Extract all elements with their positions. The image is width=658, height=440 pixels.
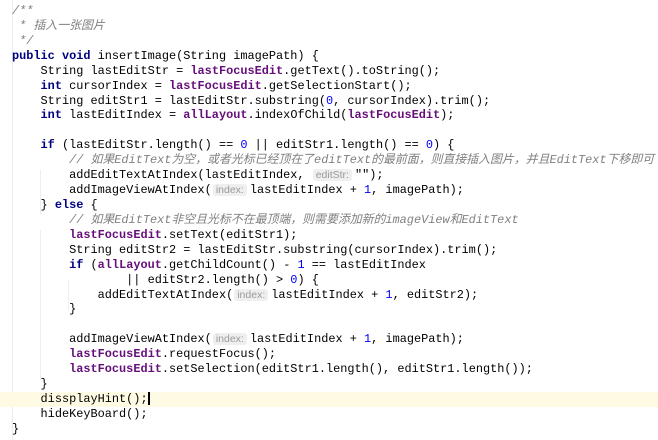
- code-text: dissplayHint();: [40, 391, 148, 406]
- code-text: addImageViewAtIndex(: [69, 332, 212, 347]
- code-text: );: [440, 108, 455, 123]
- code-line[interactable]: String editStr1 = lastEditStr.substring(…: [12, 94, 658, 109]
- field-ref: lastFocusEdit: [69, 362, 162, 377]
- field-ref: lastFocusEdit: [347, 108, 441, 123]
- code-text: lastEditIndex =: [69, 108, 184, 123]
- code-text: .getSelectionStart();: [261, 78, 412, 93]
- code-text: lastEditIndex +: [249, 332, 365, 347]
- code-text: ) {: [297, 272, 319, 287]
- code-text: ) {: [433, 138, 455, 153]
- code-line[interactable]: hideKeyBoard();: [12, 407, 658, 422]
- field-ref: lastFocusEdit: [169, 78, 262, 93]
- code-line[interactable]: }: [12, 377, 658, 392]
- code-text: .setText(editStr1);: [161, 227, 298, 242]
- code-line[interactable]: addEditTextAtIndex(index: lastEditIndex +…: [12, 288, 658, 303]
- text-caret: [147, 392, 150, 406]
- code-line[interactable]: * 插入一张图片: [12, 19, 658, 34]
- code-text: .getText().toString();: [283, 63, 441, 78]
- code-line[interactable]: lastFocusEdit.setSelection(editStr1.leng…: [12, 362, 658, 377]
- code-line[interactable]: */: [12, 34, 658, 49]
- code-text: , imagePath);: [371, 332, 464, 347]
- code-text: , cursorIndex).trim();: [333, 93, 491, 108]
- parameter-hint: index:: [212, 184, 247, 197]
- code-text: , editStr2);: [392, 287, 479, 302]
- code-text: (lastEditStr.length() ==: [61, 138, 241, 153]
- code-line[interactable]: addImageViewAtIndex(index: lastEditIndex …: [12, 332, 658, 347]
- keyword: public void: [12, 48, 98, 63]
- code-line[interactable]: String lastEditStr = lastFocusEdit.getTe…: [12, 64, 658, 79]
- code-text: {: [90, 197, 98, 212]
- code-line[interactable]: dissplayHint();: [0, 391, 658, 407]
- parameter-hint: index:: [212, 333, 247, 346]
- code-text: "");: [354, 168, 384, 183]
- code-text: == lastEditIndex: [304, 257, 426, 272]
- comment: // 如果EditText为空，或者光标已经顶在了editText的最前面，则直…: [69, 153, 655, 168]
- field-ref: allLayout: [183, 108, 248, 123]
- doc-comment: */: [12, 33, 34, 48]
- field-ref: allLayout: [97, 257, 162, 272]
- code-text: (: [90, 257, 98, 272]
- code-text: || editStr2.length() >: [126, 272, 291, 287]
- code-text: String editStr2 = lastEditStr.substring(…: [69, 242, 498, 257]
- code-text: addEditTextAtIndex(: [97, 287, 234, 302]
- comment: // 如果EditText非空且光标不在最顶端，则需要添加新的imageView…: [69, 212, 519, 227]
- code-line[interactable]: addEditTextAtIndex(lastEditIndex, editSt…: [12, 168, 658, 183]
- code-text: }: [12, 421, 20, 436]
- code-line[interactable]: [12, 123, 658, 138]
- code-line[interactable]: int lastEditIndex = allLayout.indexOfChi…: [12, 108, 658, 123]
- code-line[interactable]: lastFocusEdit.requestFocus();: [12, 347, 658, 362]
- code-line[interactable]: [12, 317, 658, 332]
- parameter-hint: index:: [234, 288, 269, 301]
- keyword: if: [40, 138, 62, 153]
- code-line[interactable]: int cursorIndex = lastFocusEdit.getSelec…: [12, 79, 658, 94]
- code-text: .indexOfChild(: [247, 108, 348, 123]
- keyword: else: [54, 197, 91, 212]
- code-line[interactable]: }: [12, 302, 658, 317]
- code-text: }: [40, 197, 55, 212]
- keyword: if: [69, 257, 91, 272]
- code-line[interactable]: public void insertImage(String imagePath…: [12, 49, 658, 64]
- code-text: lastEditIndex +: [271, 287, 386, 302]
- code-line[interactable]: || editStr2.length() > 0) {: [12, 273, 658, 288]
- field-ref: lastFocusEdit: [69, 347, 162, 362]
- code-text: .getChildCount() -: [161, 257, 298, 272]
- code-text: String lastEditStr =: [40, 63, 191, 78]
- code-line[interactable]: if (lastEditStr.length() == 0 || editStr…: [12, 138, 658, 153]
- code-text: hideKeyBoard();: [40, 406, 148, 421]
- code-text: }: [40, 377, 48, 392]
- keyword: int: [40, 108, 70, 123]
- code-text: , imagePath);: [371, 183, 464, 198]
- field-ref: lastFocusEdit: [69, 227, 162, 242]
- code-line[interactable]: /**: [12, 4, 658, 19]
- doc-comment: * 插入一张图片: [12, 18, 105, 33]
- code-text: insertImage(String imagePath) {: [97, 48, 319, 63]
- code-text: addImageViewAtIndex(: [69, 183, 212, 198]
- code-text: }: [69, 302, 77, 317]
- number-literal: 0: [425, 138, 434, 153]
- code-line[interactable]: }: [12, 422, 658, 437]
- code-text: String editStr1 = lastEditStr.substring(: [40, 93, 326, 108]
- code-text: addEditTextAtIndex(lastEditIndex,: [69, 168, 312, 183]
- number-literal: 0: [240, 138, 248, 153]
- parameter-hint: editStr:: [312, 169, 352, 182]
- code-text: .setSelection(editStr1.length(), editStr…: [161, 362, 533, 377]
- code-line[interactable]: if (allLayout.getChildCount() - 1 == las…: [12, 258, 658, 273]
- doc-comment: /**: [12, 4, 34, 18]
- code-line[interactable]: // 如果EditText为空，或者光标已经顶在了editText的最前面，则直…: [12, 153, 658, 168]
- field-ref: lastFocusEdit: [190, 63, 284, 78]
- code-line[interactable]: lastFocusEdit.setText(editStr1);: [12, 228, 658, 243]
- code-line[interactable]: // 如果EditText非空且光标不在最顶端，则需要添加新的imageView…: [12, 213, 658, 228]
- code-text: lastEditIndex +: [249, 183, 365, 198]
- code-line[interactable]: } else {: [12, 198, 658, 213]
- code-text: cursorIndex =: [69, 78, 169, 93]
- code-text: || editStr1.length() ==: [247, 138, 426, 153]
- code-text: .requestFocus();: [161, 347, 277, 362]
- number-literal: 1: [385, 287, 393, 302]
- number-literal: 1: [297, 257, 305, 272]
- keyword: int: [40, 78, 70, 93]
- code-line[interactable]: addImageViewAtIndex(index: lastEditIndex …: [12, 183, 658, 198]
- code-line[interactable]: String editStr2 = lastEditStr.substring(…: [12, 243, 658, 258]
- code-editor[interactable]: /** * 插入一张图片 */public void insertImage(S…: [0, 4, 658, 437]
